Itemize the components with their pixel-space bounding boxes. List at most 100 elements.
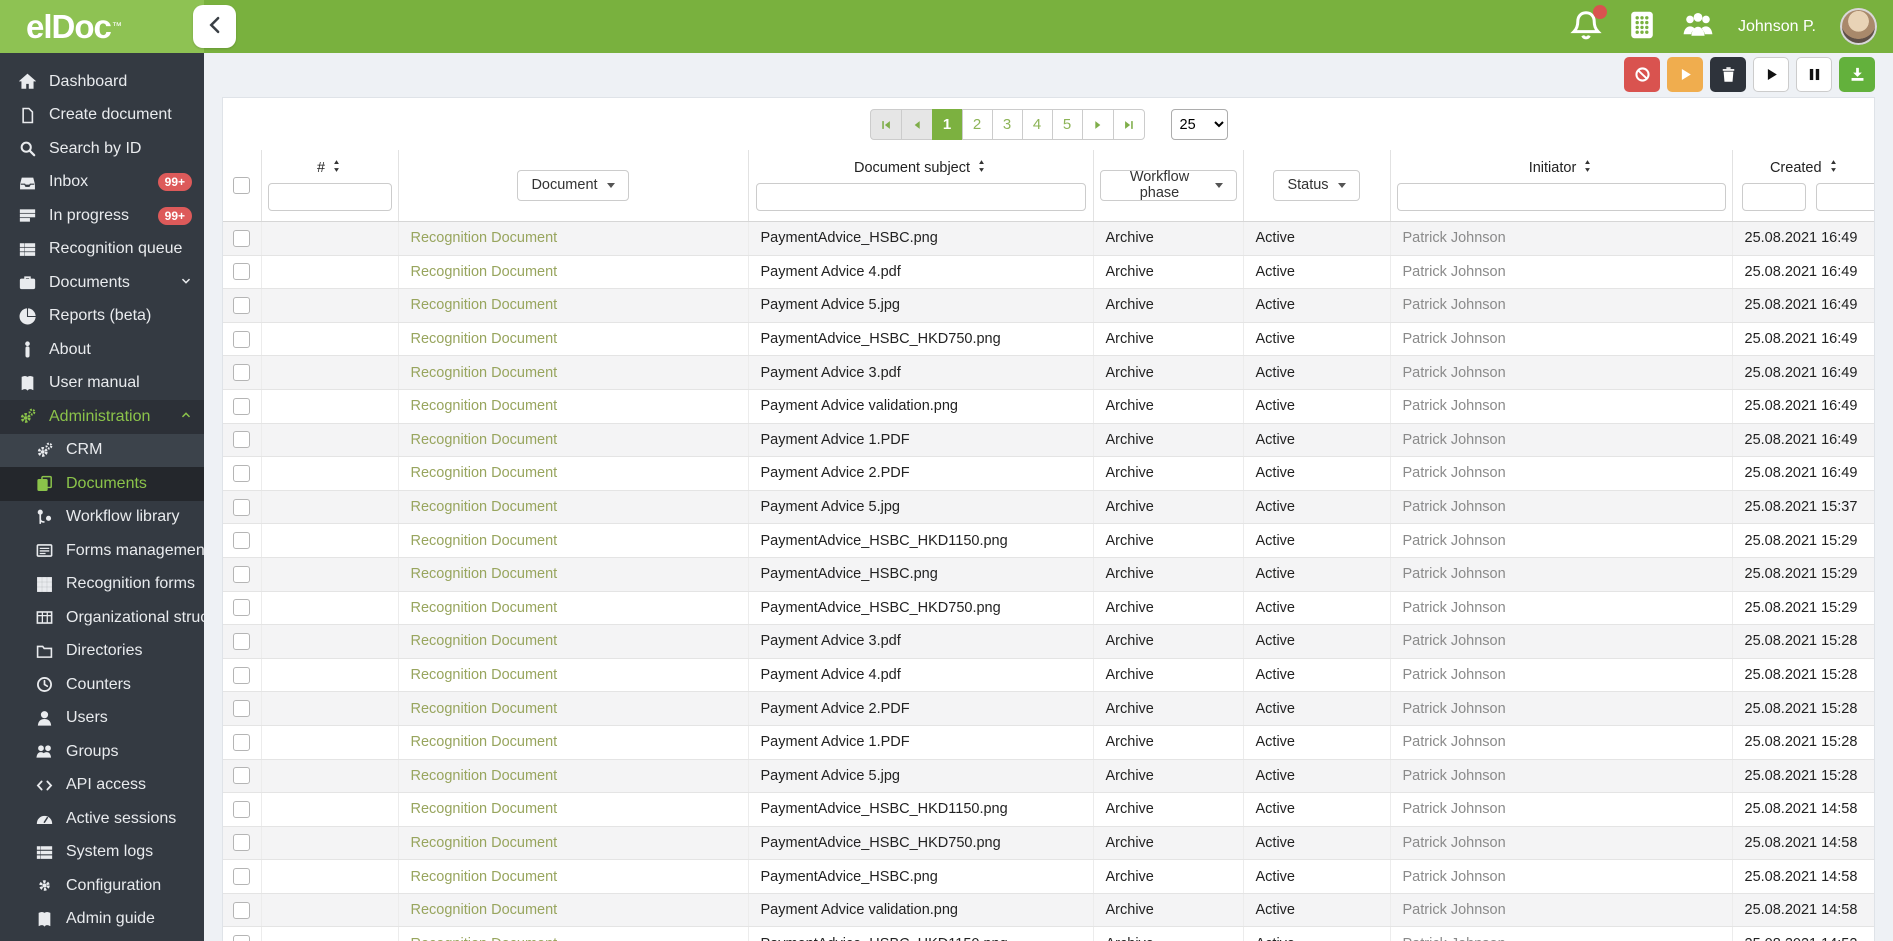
sidebar-item-counters[interactable]: Counters <box>0 668 204 702</box>
document-link[interactable]: Recognition Document <box>411 600 558 616</box>
document-link[interactable]: Recognition Document <box>411 734 558 750</box>
status-filter-dropdown[interactable]: Status <box>1273 169 1360 201</box>
sidebar-item-api-access[interactable]: API access <box>0 769 204 803</box>
avatar[interactable] <box>1840 8 1877 45</box>
cancel-button[interactable] <box>1624 56 1660 92</box>
page-4-button[interactable]: 4 <box>1021 109 1053 140</box>
page-next-button[interactable] <box>1081 109 1114 140</box>
page-size-select[interactable]: 25 <box>1170 109 1228 140</box>
sidebar-item-admin-guide[interactable]: Admin guide <box>0 903 204 937</box>
row-checkbox[interactable] <box>233 800 251 818</box>
sidebar-item-documents[interactable]: Documents <box>0 467 204 501</box>
sort-created[interactable]: Created <box>1739 159 1871 177</box>
document-link[interactable]: Recognition Document <box>411 701 558 717</box>
row-checkbox[interactable] <box>233 733 251 751</box>
page-first-button[interactable] <box>869 109 902 140</box>
run-button[interactable] <box>1667 56 1703 92</box>
row-checkbox[interactable] <box>233 700 251 718</box>
row-checkbox[interactable] <box>233 767 251 785</box>
select-all-checkbox[interactable] <box>233 177 251 194</box>
sort-number[interactable]: # <box>268 159 392 177</box>
page-2-button[interactable]: 2 <box>961 109 993 140</box>
sidebar-item-in-progress[interactable]: In progress 99+ <box>0 199 204 233</box>
document-link[interactable]: Recognition Document <box>411 398 558 414</box>
document-link[interactable]: Recognition Document <box>411 768 558 784</box>
download-button[interactable] <box>1839 56 1875 92</box>
filter-subject-input[interactable] <box>755 183 1086 211</box>
row-checkbox[interactable] <box>233 498 251 516</box>
row-checkbox[interactable] <box>233 532 251 550</box>
sidebar-item-dashboard[interactable]: Dashboard <box>0 65 204 99</box>
phase-filter-dropdown[interactable]: Workflow phase <box>1099 169 1237 201</box>
user-groups-button[interactable] <box>1682 9 1714 44</box>
sidebar-item-forms-management[interactable]: Forms management <box>0 534 204 568</box>
row-checkbox[interactable] <box>233 901 251 919</box>
sidebar-item-system-logs[interactable]: System logs <box>0 836 204 870</box>
notifications-button[interactable] <box>1570 5 1607 44</box>
filter-created-from-input[interactable] <box>1741 183 1806 211</box>
document-link[interactable]: Recognition Document <box>411 869 558 885</box>
organization-button[interactable] <box>1626 9 1658 44</box>
row-checkbox[interactable] <box>233 599 251 617</box>
start-button[interactable] <box>1753 56 1789 92</box>
document-link[interactable]: Recognition Document <box>411 633 558 649</box>
row-checkbox[interactable] <box>233 834 251 852</box>
document-link[interactable]: Recognition Document <box>411 264 558 280</box>
row-checkbox[interactable] <box>233 364 251 382</box>
document-link[interactable]: Recognition Document <box>411 365 558 381</box>
document-link[interactable]: Recognition Document <box>411 667 558 683</box>
sidebar-collapse-button[interactable] <box>193 5 236 48</box>
document-link[interactable]: Recognition Document <box>411 499 558 515</box>
sidebar-item-user-manual[interactable]: User manual <box>0 367 204 401</box>
sidebar-item-recognition-forms[interactable]: Recognition forms <box>0 568 204 602</box>
sidebar-item-directories[interactable]: Directories <box>0 635 204 669</box>
document-link[interactable]: Recognition Document <box>411 465 558 481</box>
page-3-button[interactable]: 3 <box>991 109 1023 140</box>
page-prev-button[interactable] <box>900 109 933 140</box>
row-checkbox[interactable] <box>233 868 251 886</box>
sidebar-item-active-sessions[interactable]: Active sessions <box>0 802 204 836</box>
sidebar-item-recognition-queue[interactable]: Recognition queue <box>0 233 204 267</box>
page-1-button[interactable]: 1 <box>931 109 963 140</box>
row-checkbox[interactable] <box>233 330 251 348</box>
row-checkbox[interactable] <box>233 565 251 583</box>
filter-created-to-input[interactable] <box>1815 183 1874 211</box>
row-checkbox[interactable] <box>233 464 251 482</box>
sidebar-item-documents[interactable]: Documents <box>0 266 204 300</box>
delete-button[interactable] <box>1710 56 1746 92</box>
document-link[interactable]: Recognition Document <box>411 297 558 313</box>
logo[interactable]: elDoc ™ <box>0 0 204 53</box>
sidebar-item-reports-beta[interactable]: Reports (beta) <box>0 300 204 334</box>
document-link[interactable]: Recognition Document <box>411 533 558 549</box>
sidebar-item-inbox[interactable]: Inbox 99+ <box>0 166 204 200</box>
document-link[interactable]: Recognition Document <box>411 230 558 246</box>
document-link[interactable]: Recognition Document <box>411 835 558 851</box>
sidebar-item-crm[interactable]: CRM <box>0 433 204 467</box>
row-checkbox[interactable] <box>233 632 251 650</box>
document-link[interactable]: Recognition Document <box>411 936 558 941</box>
document-link[interactable]: Recognition Document <box>411 566 558 582</box>
sidebar-item-groups[interactable]: Groups <box>0 735 204 769</box>
row-checkbox[interactable] <box>233 397 251 415</box>
sidebar-item-workflow-library[interactable]: Workflow library <box>0 501 204 535</box>
page-5-button[interactable]: 5 <box>1051 109 1083 140</box>
sidebar-item-search-by-id[interactable]: Search by ID <box>0 132 204 166</box>
sidebar-item-users[interactable]: Users <box>0 702 204 736</box>
sort-initiator[interactable]: Initiator <box>1397 159 1726 177</box>
row-checkbox[interactable] <box>233 935 251 941</box>
row-checkbox[interactable] <box>233 296 251 314</box>
filter-number-input[interactable] <box>267 183 392 211</box>
row-checkbox[interactable] <box>233 229 251 247</box>
row-checkbox[interactable] <box>233 431 251 449</box>
page-last-button[interactable] <box>1112 109 1145 140</box>
row-checkbox[interactable] <box>233 263 251 281</box>
sidebar-item-administration[interactable]: Administration <box>0 400 204 434</box>
document-link[interactable]: Recognition Document <box>411 902 558 918</box>
sidebar-item-create-document[interactable]: Create document <box>0 99 204 133</box>
document-link[interactable]: Recognition Document <box>411 801 558 817</box>
sidebar-item-about[interactable]: About <box>0 333 204 367</box>
document-link[interactable]: Recognition Document <box>411 432 558 448</box>
pause-button[interactable] <box>1796 56 1832 92</box>
row-checkbox[interactable] <box>233 666 251 684</box>
sidebar-item-organizational-structure[interactable]: Organizational structure <box>0 601 204 635</box>
